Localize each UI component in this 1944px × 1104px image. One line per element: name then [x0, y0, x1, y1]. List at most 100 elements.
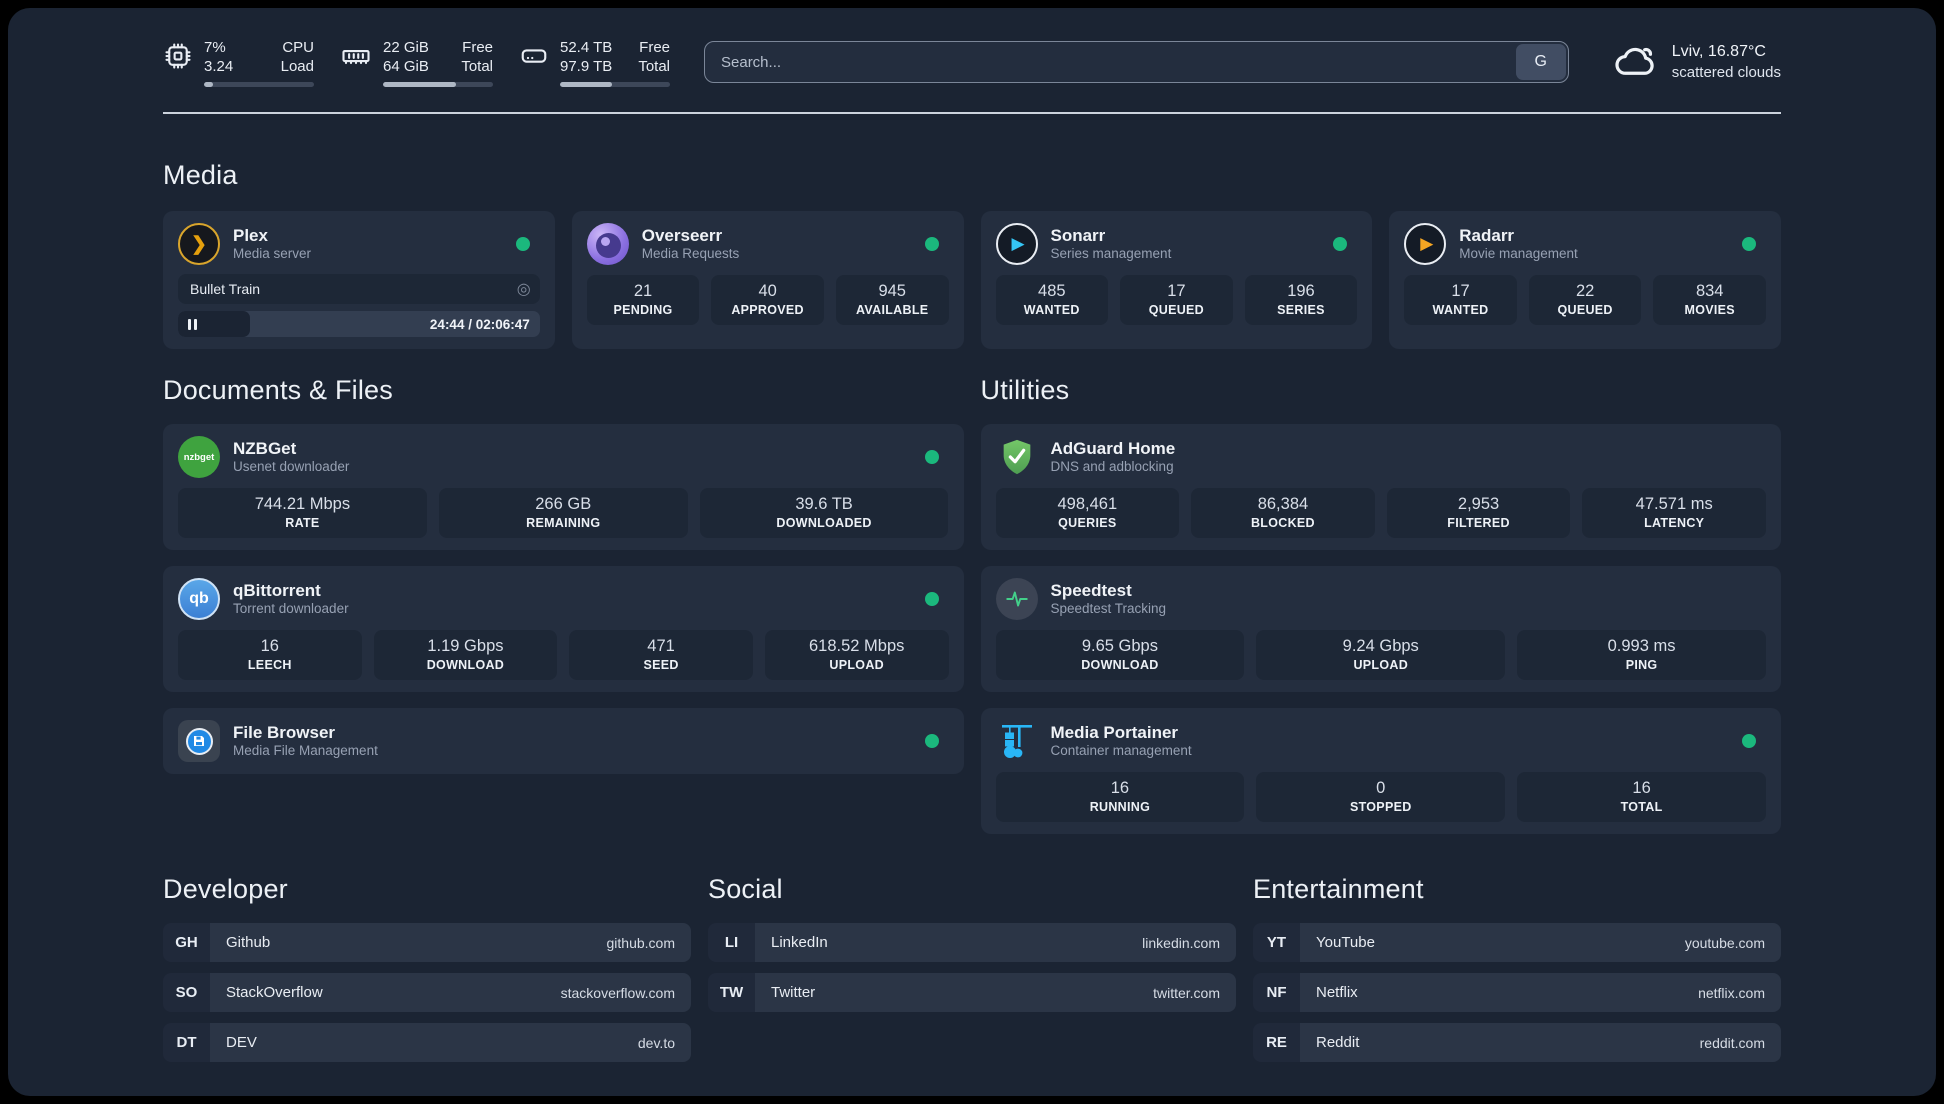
- disk-total-value: 97.9 TB: [560, 58, 613, 75]
- overseerr-icon: [586, 223, 629, 265]
- radarr-card[interactable]: ▶ Radarr Movie management 17 WANTED 22 Q…: [1389, 211, 1781, 349]
- nzbget-card[interactable]: nzbget NZBGet Usenet downloader 744.21 M…: [163, 424, 964, 550]
- session-target-icon[interactable]: ◎: [517, 279, 531, 299]
- search-engine-button[interactable]: G: [1515, 44, 1566, 80]
- stat-leech: 16 LEECH: [178, 630, 362, 680]
- link-dev[interactable]: DT DEV dev.to: [163, 1023, 691, 1062]
- link-name: YouTube: [1316, 934, 1375, 951]
- entertainment-section-title: Entertainment: [1253, 874, 1424, 904]
- stat-wanted: 17 WANTED: [1404, 275, 1517, 325]
- section-social: Social LI LinkedIn linkedin.com TW Twitte…: [708, 874, 1236, 1012]
- stat-download: 9.65 Gbps DOWNLOAD: [995, 630, 1245, 680]
- link-url: stackoverflow.com: [560, 984, 675, 1001]
- qbittorrent-icon: qb: [178, 578, 220, 620]
- sonarr-card[interactable]: ▶ Sonarr Series management 485 WANTED 17…: [980, 211, 1373, 349]
- disk-free-label: Free: [639, 38, 670, 56]
- link-abbr-badge: YT: [1253, 923, 1300, 962]
- filebrowser-icon: [178, 720, 220, 762]
- link-abbr-badge: SO: [163, 973, 210, 1012]
- documents-section-title: Documents & Files: [163, 375, 393, 405]
- ram-total-label: Total: [461, 58, 493, 75]
- adguard-subtitle: DNS and adblocking: [1050, 459, 1174, 475]
- section-entertainment: Entertainment YT YouTube youtube.com NF N…: [1253, 874, 1781, 1062]
- qbittorrent-subtitle: Torrent downloader: [233, 601, 349, 617]
- link-abbr-badge: NF: [1253, 973, 1300, 1012]
- pause-icon[interactable]: [188, 318, 197, 330]
- link-url: netflix.com: [1698, 984, 1765, 1001]
- portainer-card[interactable]: Media Portainer Container management 16 …: [980, 708, 1781, 834]
- link-youtube[interactable]: YT YouTube youtube.com: [1253, 923, 1781, 962]
- status-dot: [924, 450, 939, 464]
- sonarr-icon: ▶: [995, 223, 1038, 265]
- now-playing-row: Bullet Train ◎: [178, 274, 540, 304]
- stat-latency: 47.571 ms LATENCY: [1582, 488, 1766, 538]
- media-player-bar[interactable]: 24:44 / 02:06:47: [178, 311, 540, 337]
- link-abbr-badge: TW: [708, 973, 755, 1012]
- plex-title: Plex: [233, 225, 268, 245]
- stat-upload: 9.24 Gbps UPLOAD: [1256, 630, 1506, 680]
- plex-icon: ❯: [178, 223, 220, 265]
- search-input[interactable]: [705, 42, 1568, 82]
- stat-total: 16 TOTAL: [1517, 772, 1766, 822]
- link-url: twitter.com: [1153, 984, 1220, 1001]
- portainer-title: Media Portainer: [1050, 722, 1179, 742]
- speedtest-card[interactable]: Speedtest Speedtest Tracking 9.65 Gbps D…: [980, 566, 1781, 692]
- stat-queued: 17 QUEUED: [1120, 275, 1233, 325]
- link-stackoverflow[interactable]: SO StackOverflow stackoverflow.com: [163, 973, 691, 1012]
- link-name: Reddit: [1316, 1034, 1360, 1051]
- nzbget-icon: nzbget: [178, 436, 220, 478]
- speedtest-subtitle: Speedtest Tracking: [1050, 601, 1167, 617]
- cpu-progress-bar: [204, 81, 314, 87]
- dashboard: 7% 3.24 CPU Load 22 GiB 64 GiB Free Tota…: [8, 8, 1936, 1096]
- plex-card[interactable]: ❯ Plex Media server Bullet Train ◎ 24:44…: [163, 211, 555, 349]
- section-media: Media ❯ Plex Media server Bullet Train ◎: [163, 160, 1781, 349]
- link-abbr-badge: RE: [1253, 1023, 1300, 1062]
- stat-movies: 834 MOVIES: [1653, 275, 1766, 325]
- stat-download: 1.19 Gbps DOWNLOAD: [373, 630, 558, 680]
- top-bar: 7% 3.24 CPU Load 22 GiB 64 GiB Free Tota…: [163, 34, 1781, 90]
- link-name: Github: [226, 934, 271, 951]
- weather-widget: Lviv, 16.87°C scattered clouds: [1613, 41, 1781, 84]
- filebrowser-card[interactable]: File Browser Media File Management: [163, 708, 964, 774]
- weather-condition: scattered clouds: [1671, 63, 1781, 81]
- adguard-card[interactable]: AdGuard Home DNS and adblocking 498,461 …: [980, 424, 1781, 550]
- now-playing-title: Bullet Train: [190, 281, 261, 297]
- radarr-icon: ▶: [1404, 223, 1447, 265]
- cloud-icon: [1613, 41, 1659, 84]
- status-dot: [924, 237, 939, 251]
- link-netflix[interactable]: NF Netflix netflix.com: [1253, 973, 1781, 1012]
- filebrowser-subtitle: Media File Management: [233, 743, 378, 759]
- link-reddit[interactable]: RE Reddit reddit.com: [1253, 1023, 1781, 1062]
- stat-pending: 21 PENDING: [586, 275, 700, 325]
- stat-seed: 471 SEED: [569, 630, 753, 680]
- stat-queries: 498,461 QUERIES: [995, 488, 1180, 538]
- social-section-title: Social: [708, 874, 783, 904]
- media-section-title: Media: [163, 160, 238, 190]
- status-dot: [1333, 237, 1348, 251]
- developer-section-title: Developer: [163, 874, 288, 904]
- status-dot: [1742, 734, 1756, 748]
- stat-queued: 22 QUEUED: [1528, 275, 1642, 325]
- radarr-subtitle: Movie management: [1459, 246, 1578, 262]
- link-linkedin[interactable]: LI LinkedIn linkedin.com: [708, 923, 1236, 962]
- disk-progress-bar: [560, 81, 670, 87]
- utilities-section-title: Utilities: [980, 375, 1070, 405]
- link-github[interactable]: GH Github github.com: [163, 923, 691, 962]
- stat-rate: 744.21 Mbps RATE: [178, 488, 427, 538]
- link-twitter[interactable]: TW Twitter twitter.com: [708, 973, 1236, 1012]
- header-divider: [163, 112, 1781, 114]
- nzbget-subtitle: Usenet downloader: [233, 459, 350, 475]
- qbittorrent-card[interactable]: qb qBittorrent Torrent downloader 16 LEE…: [163, 566, 964, 692]
- stat-series: 196 SERIES: [1244, 275, 1358, 325]
- section-utilities: Utilities AdGuard Home DNS and adblockin…: [980, 375, 1781, 834]
- section-developer: Developer GH Github github.com SO StackOv…: [163, 874, 691, 1062]
- link-name: DEV: [226, 1034, 257, 1051]
- status-dot: [1742, 237, 1756, 251]
- overseerr-card[interactable]: Overseerr Media Requests 21 PENDING 40 A…: [571, 211, 964, 349]
- cpu-usage-value: 7%: [204, 38, 226, 56]
- ram-stat: 22 GiB 64 GiB Free Total: [340, 38, 493, 87]
- stat-remaining: 266 GB REMAINING: [438, 488, 688, 538]
- weather-location: Lviv, 16.87°C: [1671, 42, 1766, 60]
- stat-wanted: 485 WANTED: [995, 275, 1109, 325]
- filebrowser-title: File Browser: [233, 722, 336, 742]
